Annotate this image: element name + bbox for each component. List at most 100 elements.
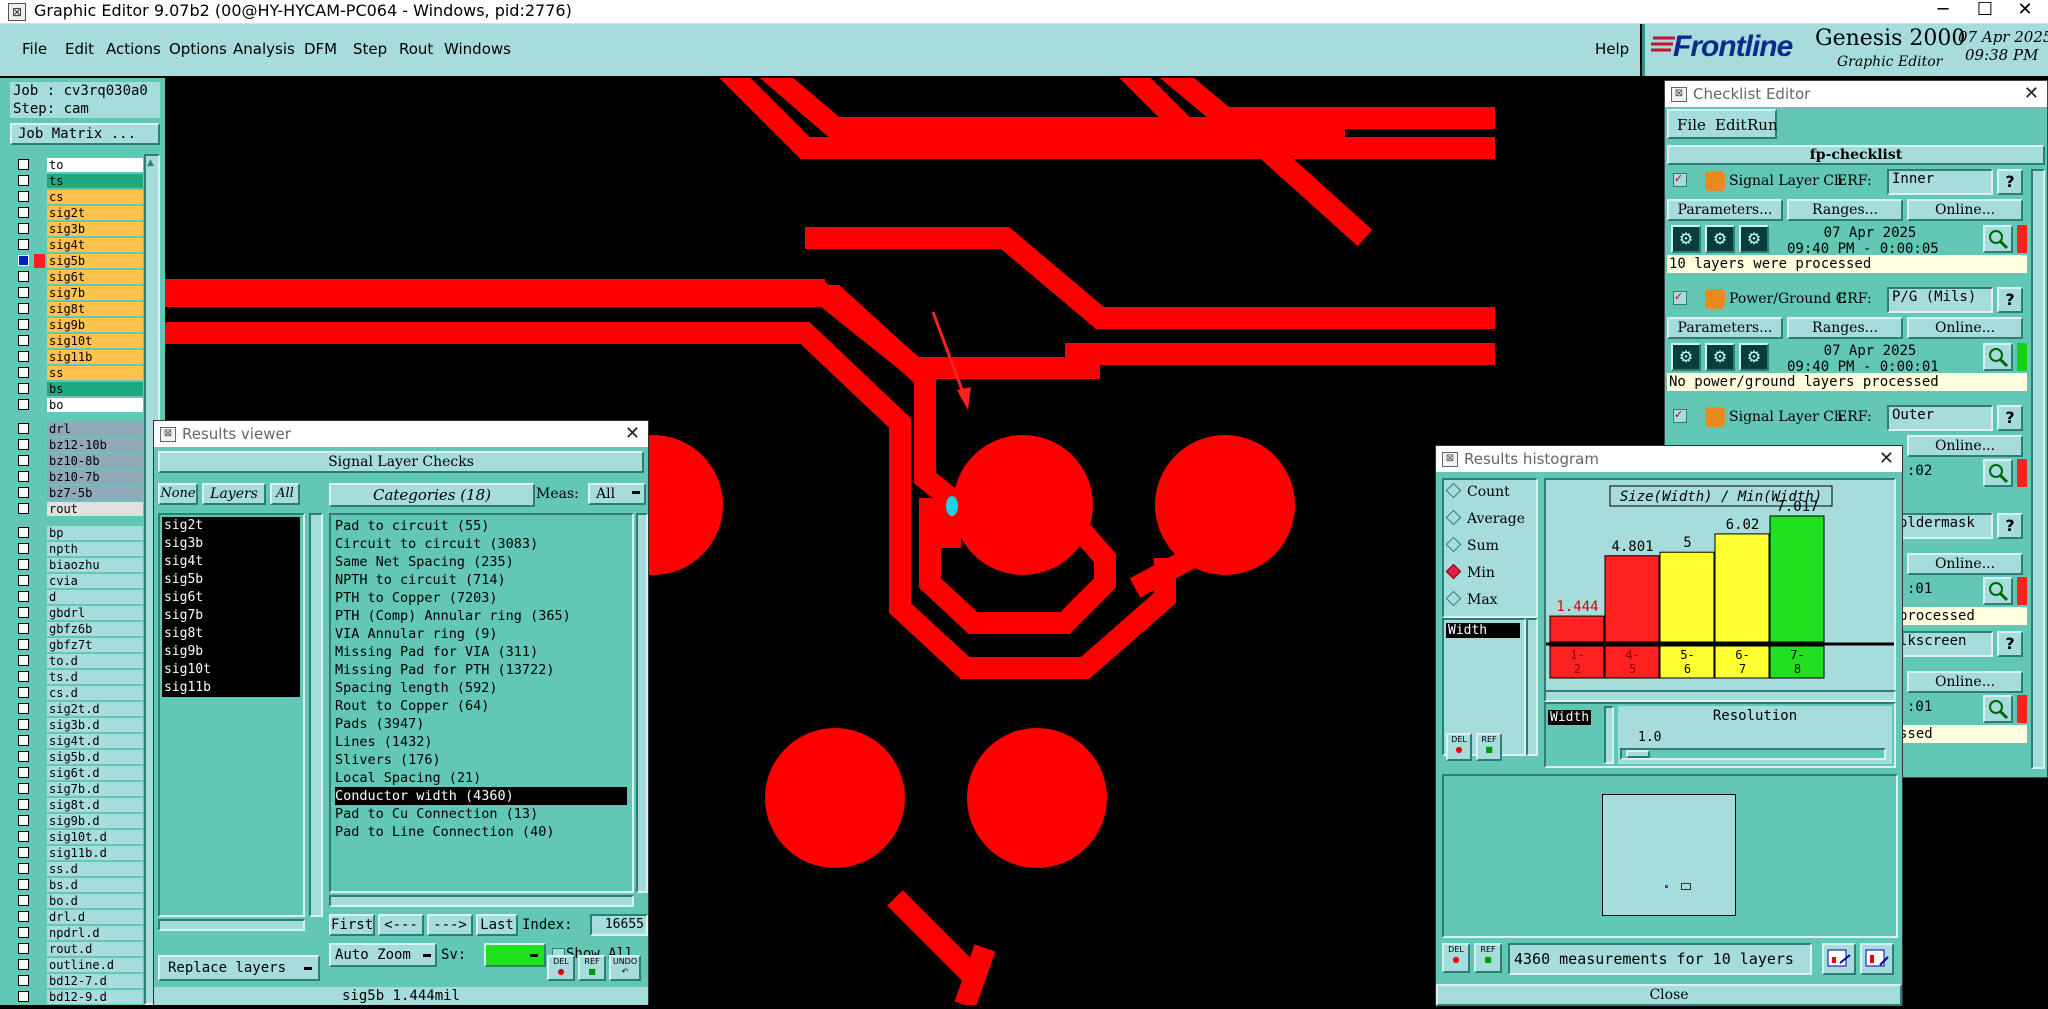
layer-row[interactable]: sig8t xyxy=(14,302,143,316)
layer-row[interactable]: npth xyxy=(14,542,143,556)
layer-name[interactable]: sig2t.d xyxy=(47,702,143,716)
menu-step[interactable]: Step xyxy=(353,40,387,58)
histogram-option-max[interactable]: Max xyxy=(1445,590,1498,608)
checklist-scrollbar[interactable] xyxy=(2031,169,2045,769)
view-results-icon[interactable] xyxy=(1983,459,2013,487)
rv-layer-hscrollbar[interactable] xyxy=(158,919,305,931)
layer-name[interactable]: bd12-7.d xyxy=(47,974,143,988)
erf-field[interactable]: P/G (Mils) xyxy=(1887,287,1993,313)
layer-row[interactable]: rout.d xyxy=(14,942,143,956)
layers-button[interactable]: Layers xyxy=(202,483,266,505)
layer-name[interactable]: rout xyxy=(47,502,143,516)
layer-checkbox[interactable] xyxy=(18,303,29,314)
layer-name[interactable]: bd12-9.d xyxy=(47,990,143,1004)
rv-layer-item[interactable]: sig10t xyxy=(162,661,300,679)
layer-checkbox[interactable] xyxy=(18,255,29,266)
layer-row[interactable]: sig11b xyxy=(14,350,143,364)
layer-name[interactable]: sig3b xyxy=(47,222,143,236)
run-check-icon[interactable]: ⚙ xyxy=(1671,343,1701,371)
histogram-field-item[interactable]: Width xyxy=(1446,623,1520,638)
layer-checkbox[interactable] xyxy=(18,487,29,498)
erf-field[interactable]: Inner xyxy=(1887,169,1993,195)
auto-zoom-dropdown[interactable]: Auto Zoom xyxy=(329,943,437,967)
ranges-button[interactable]: Ranges... xyxy=(1787,199,1903,221)
layer-name[interactable]: sig7b xyxy=(47,286,143,300)
layer-checkbox[interactable] xyxy=(18,287,29,298)
erf-field[interactable]: lkscreen xyxy=(1897,631,1993,657)
layer-name[interactable]: drl.d xyxy=(47,910,143,924)
layer-row[interactable]: npdrl.d xyxy=(14,926,143,940)
layer-name[interactable]: bz12-10b xyxy=(47,438,143,452)
check-enable-checkbox[interactable]: ✓ xyxy=(1673,173,1687,187)
layer-checkbox[interactable] xyxy=(18,639,29,650)
layer-checkbox[interactable] xyxy=(18,319,29,330)
layer-row[interactable]: cvia xyxy=(14,574,143,588)
category-item[interactable]: Rout to Copper (64) xyxy=(335,697,630,715)
layer-checkbox[interactable] xyxy=(18,207,29,218)
layer-name[interactable]: ts xyxy=(47,174,143,188)
layer-name[interactable]: sig4t xyxy=(47,238,143,252)
layer-name[interactable]: bz10-8b xyxy=(47,454,143,468)
del-button[interactable]: DEL ● xyxy=(547,955,575,981)
help-icon[interactable]: ? xyxy=(1997,631,2023,657)
layer-name[interactable]: sig11b xyxy=(47,350,143,364)
category-item[interactable]: Slivers (176) xyxy=(335,751,630,769)
sv-color-dropdown[interactable] xyxy=(484,943,546,967)
layer-row[interactable]: sig7b.d xyxy=(14,782,143,796)
histogram-option-sum[interactable]: Sum xyxy=(1445,536,1499,554)
layer-row[interactable]: sig4t.d xyxy=(14,734,143,748)
layer-row[interactable]: sig6t xyxy=(14,270,143,284)
radio-icon[interactable] xyxy=(1445,563,1462,580)
category-item[interactable]: Local Spacing (21) xyxy=(335,769,630,787)
category-item[interactable]: Circuit to circuit (3083) xyxy=(335,535,630,553)
category-item[interactable]: Spacing length (592) xyxy=(335,679,630,697)
layer-row[interactable]: sig4t xyxy=(14,238,143,252)
histogram-hscrollbar[interactable] xyxy=(1544,690,1896,702)
layer-checkbox[interactable] xyxy=(18,527,29,538)
layer-checkbox[interactable] xyxy=(18,471,29,482)
layer-checkbox[interactable] xyxy=(18,847,29,858)
run-check-icon[interactable]: ⚙ xyxy=(1671,225,1701,253)
online-button[interactable]: Online... xyxy=(1907,435,2023,457)
histogram-field-scrollbar[interactable] xyxy=(1526,618,1538,756)
layer-checkbox[interactable] xyxy=(18,831,29,842)
layer-name[interactable]: bo xyxy=(47,398,143,412)
rv-layer-item[interactable]: sig7b xyxy=(162,607,300,625)
layer-checkbox[interactable] xyxy=(18,623,29,634)
layer-name[interactable]: bs xyxy=(47,382,143,396)
layer-row[interactable]: sig10t xyxy=(14,334,143,348)
resolution-slider[interactable] xyxy=(1620,748,1886,760)
last-button[interactable]: Last xyxy=(476,914,518,936)
layer-row[interactable]: cs xyxy=(14,190,143,204)
view-results-icon[interactable] xyxy=(1983,225,2013,253)
close-icon[interactable]: ✕ xyxy=(2002,0,2048,23)
layer-row[interactable]: ts xyxy=(14,174,143,188)
layer-row[interactable]: bd12-9.d xyxy=(14,990,143,1004)
next-button[interactable]: ---> xyxy=(427,914,473,936)
layer-checkbox[interactable] xyxy=(18,895,29,906)
radio-icon[interactable] xyxy=(1445,509,1462,526)
layer-row[interactable]: bs xyxy=(14,382,143,396)
help-icon[interactable]: ? xyxy=(1997,287,2023,313)
layer-row[interactable]: sig7b xyxy=(14,286,143,300)
categories-hscrollbar[interactable] xyxy=(329,895,634,907)
layer-row[interactable]: bz10-8b xyxy=(14,454,143,468)
layer-row[interactable]: d xyxy=(14,590,143,604)
layer-checkbox[interactable] xyxy=(18,367,29,378)
footer-del-button[interactable]: DEL ● xyxy=(1442,943,1470,973)
layer-checkbox[interactable] xyxy=(18,703,29,714)
layer-name[interactable]: sig8t.d xyxy=(47,798,143,812)
categories-scrollbar[interactable] xyxy=(636,513,648,893)
layer-name[interactable]: sig8t xyxy=(47,302,143,316)
view-results-icon[interactable] xyxy=(1983,695,2013,723)
rv-layer-item[interactable]: sig6t xyxy=(162,589,300,607)
layer-checkbox[interactable] xyxy=(18,159,29,170)
layer-row[interactable]: ss.d xyxy=(14,862,143,876)
layer-name[interactable]: ss.d xyxy=(47,862,143,876)
view-results-icon[interactable] xyxy=(1983,577,2013,605)
rv-layer-item[interactable]: sig4t xyxy=(162,553,300,571)
resolution-slider-thumb[interactable] xyxy=(1626,750,1650,758)
layer-row[interactable]: bz12-10b xyxy=(14,438,143,452)
layer-name[interactable]: sig4t.d xyxy=(47,734,143,748)
layer-name[interactable]: bs.d xyxy=(47,878,143,892)
